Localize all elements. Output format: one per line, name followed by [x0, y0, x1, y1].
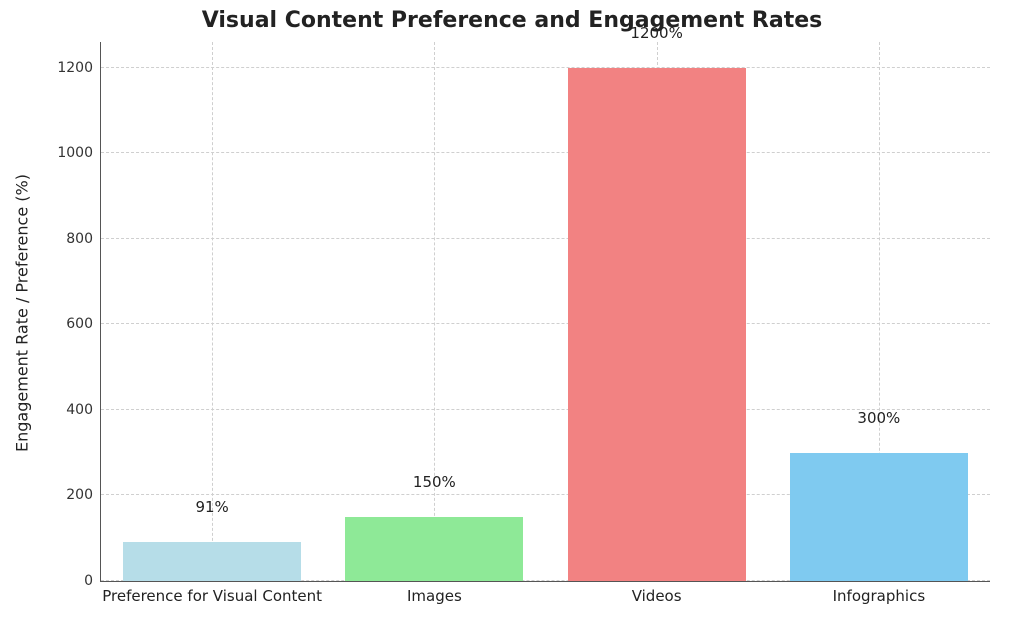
- gridline-v: [434, 42, 435, 581]
- x-tick: Videos: [632, 581, 682, 605]
- gridline-h: 600: [101, 323, 990, 324]
- plot-area: 0 200 400 600 800 1000 1200 91% 1: [100, 42, 990, 582]
- y-tick: 200: [66, 487, 101, 503]
- y-axis-label: Engagement Rate / Preference (%): [13, 174, 32, 452]
- y-tick: 800: [66, 231, 101, 247]
- gridline-h: 1200: [101, 67, 990, 68]
- gridline-h: 800: [101, 238, 990, 239]
- y-tick: 600: [66, 316, 101, 332]
- bar-value-label: 91%: [195, 498, 228, 516]
- gridline-h: 1000: [101, 152, 990, 153]
- bar-value-label: 300%: [857, 409, 900, 427]
- bar-infographics: [790, 453, 968, 581]
- bar-images: [345, 517, 523, 581]
- chart-container: Visual Content Preference and Engagement…: [0, 0, 1024, 626]
- y-tick: 0: [84, 573, 101, 589]
- x-tick: Images: [407, 581, 462, 605]
- chart-title: Visual Content Preference and Engagement…: [0, 8, 1024, 33]
- bar-value-label: 1200%: [630, 24, 682, 42]
- y-tick: 400: [66, 402, 101, 418]
- y-tick: 1000: [57, 145, 101, 161]
- bar-value-label: 150%: [413, 473, 456, 491]
- y-tick: 1200: [57, 60, 101, 76]
- bar-videos: [568, 68, 746, 581]
- x-tick: Preference for Visual Content: [102, 581, 322, 605]
- x-tick: Infographics: [833, 581, 926, 605]
- bar-preference: [123, 542, 301, 581]
